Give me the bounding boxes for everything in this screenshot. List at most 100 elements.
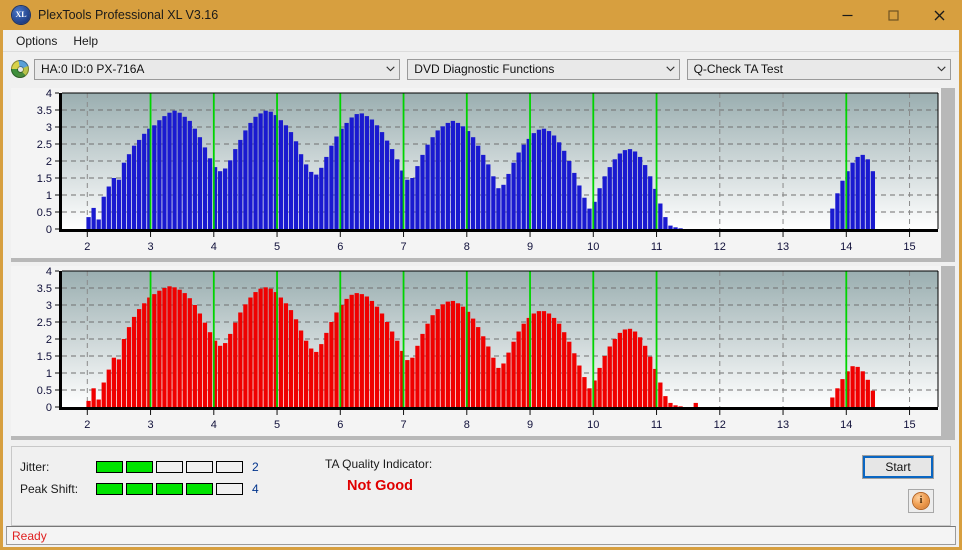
svg-text:3: 3 [147, 241, 153, 253]
svg-text:15: 15 [903, 241, 915, 253]
svg-text:4: 4 [211, 419, 217, 431]
svg-text:3: 3 [147, 419, 153, 431]
svg-text:14: 14 [840, 419, 852, 431]
svg-text:9: 9 [527, 419, 533, 431]
chevron-down-icon [662, 66, 679, 72]
svg-text:10: 10 [587, 419, 599, 431]
peak-shift-label: Peak Shift: [20, 481, 79, 496]
function-select-value: DVD Diagnostic Functions [414, 62, 555, 76]
svg-text:1: 1 [46, 368, 52, 380]
close-icon [934, 10, 944, 20]
ta-test-bottom-chart-inner: 0 0.5 1 1.5 2 2.5 3 3.5 4 2 3 4 5 6 7 8 9 10 11 12 13 14 15 [11, 266, 941, 436]
ta-test-top-chart-panel: 0 0.5 1 1.5 2 2.5 3 3.5 4 2 3 4 5 6 7 8 9 10 11 12 13 14 15 [11, 88, 955, 262]
svg-text:3.5: 3.5 [37, 105, 52, 117]
svg-text:9: 9 [527, 241, 533, 253]
svg-text:0: 0 [46, 402, 52, 414]
drive-select[interactable]: HA:0 ID:0 PX-716A [34, 58, 401, 80]
jitter-cell [216, 460, 243, 473]
svg-text:1: 1 [46, 190, 52, 202]
svg-text:2: 2 [46, 334, 52, 346]
svg-text:8: 8 [464, 241, 470, 253]
drive-select-value: HA:0 ID:0 PX-716A [41, 62, 145, 76]
svg-text:7: 7 [400, 241, 406, 253]
start-button[interactable]: Start [862, 455, 934, 479]
svg-text:13: 13 [777, 419, 789, 431]
minimize-icon [842, 14, 852, 16]
peak-shift-meter-cells [96, 482, 243, 495]
jitter-value: 2 [252, 459, 259, 474]
svg-text:2.5: 2.5 [37, 317, 52, 329]
ta-quality-status-badge: Not Good [346, 478, 414, 494]
svg-text:14: 14 [840, 241, 852, 253]
svg-text:4: 4 [211, 241, 217, 253]
jitter-cell [126, 460, 153, 473]
svg-text:3: 3 [46, 122, 52, 134]
svg-text:1.5: 1.5 [37, 173, 52, 185]
svg-text:12: 12 [714, 241, 726, 253]
application-window: XL PlexTools Professional XL V3.16 Optio… [0, 0, 962, 550]
results-panel: Jitter: 2 Peak Shift: 4 TA Quality Indic… [11, 446, 951, 526]
ta-quality-block: TA Quality Indicator: Not Good [325, 457, 435, 494]
jitter-cell [96, 460, 123, 473]
app-logo-icon: XL [12, 6, 30, 24]
menu-bar: Options Help [3, 30, 959, 52]
menu-item-help[interactable]: Help [65, 32, 106, 50]
test-select-value: Q-Check TA Test [693, 62, 783, 76]
svg-text:3.5: 3.5 [37, 283, 52, 295]
svg-text:2.5: 2.5 [37, 139, 52, 151]
svg-text:6: 6 [337, 419, 343, 431]
ta-quality-label: TA Quality Indicator: [325, 457, 433, 471]
svg-text:10: 10 [587, 241, 599, 253]
status-bar: Ready [6, 526, 956, 545]
jitter-label: Jitter: [20, 459, 50, 474]
svg-text:2: 2 [84, 419, 90, 431]
peak-shift-cell [186, 482, 213, 495]
title-bar: XL PlexTools Professional XL V3.16 [0, 0, 962, 30]
svg-text:1.5: 1.5 [37, 351, 52, 363]
jitter-meter-row: Jitter: 2 [20, 457, 262, 476]
info-icon-glyph: i [919, 495, 923, 506]
info-icon: i [913, 493, 929, 509]
toolbar: HA:0 ID:0 PX-716A DVD Diagnostic Functio… [3, 52, 959, 84]
jitter-cell [186, 460, 213, 473]
menu-item-options[interactable]: Options [8, 32, 65, 50]
status-text: Ready [12, 528, 47, 543]
ta-test-top-chart-inner: 0 0.5 1 1.5 2 2.5 3 3.5 4 2 3 4 5 6 7 8 9 10 11 12 13 14 15 [11, 88, 941, 258]
svg-text:4: 4 [46, 88, 52, 100]
close-button[interactable] [916, 0, 962, 30]
chevron-down-icon [933, 66, 950, 72]
jitter-meter-cells [96, 460, 243, 473]
svg-text:15: 15 [903, 419, 915, 431]
jitter-cell [156, 460, 183, 473]
maximize-button[interactable] [870, 0, 916, 30]
svg-text:13: 13 [777, 241, 789, 253]
svg-text:4: 4 [46, 266, 52, 278]
peak-shift-cell [156, 482, 183, 495]
minimize-button[interactable] [824, 0, 870, 30]
svg-text:11: 11 [651, 241, 662, 253]
svg-text:2: 2 [46, 156, 52, 168]
svg-text:5: 5 [274, 241, 280, 253]
app-logo-text: XL [15, 10, 27, 19]
charts-area: 0 0.5 1 1.5 2 2.5 3 3.5 4 2 3 4 5 6 7 8 9 10 11 12 13 14 15 00… [3, 84, 959, 444]
svg-text:6: 6 [337, 241, 343, 253]
svg-text:2: 2 [84, 241, 90, 253]
peak-shift-value: 4 [252, 481, 259, 496]
ta-test-bottom-chart-panel: 0 0.5 1 1.5 2 2.5 3 3.5 4 2 3 4 5 6 7 8 9 10 11 12 13 14 15 [11, 266, 955, 440]
peak-shift-cell [126, 482, 153, 495]
svg-text:8: 8 [464, 419, 470, 431]
ta-test-bottom-chart: 0 0.5 1 1.5 2 2.5 3 3.5 4 2 3 4 5 6 7 8 9 10 11 12 13 14 15 [37, 266, 939, 431]
svg-text:12: 12 [714, 419, 726, 431]
peak-shift-meter-row: Peak Shift: 4 [20, 479, 262, 498]
peak-shift-cell [96, 482, 123, 495]
info-button[interactable]: i [908, 489, 934, 513]
peak-shift-cell [216, 482, 243, 495]
chevron-down-icon [382, 66, 399, 72]
svg-text:5: 5 [274, 419, 280, 431]
function-select[interactable]: DVD Diagnostic Functions [407, 58, 680, 80]
test-select[interactable]: Q-Check TA Test [686, 58, 951, 80]
optical-disc-icon [11, 60, 29, 78]
svg-text:0.5: 0.5 [37, 385, 52, 397]
quality-meters: Jitter: 2 Peak Shift: 4 [20, 457, 262, 501]
maximize-icon [887, 9, 899, 21]
